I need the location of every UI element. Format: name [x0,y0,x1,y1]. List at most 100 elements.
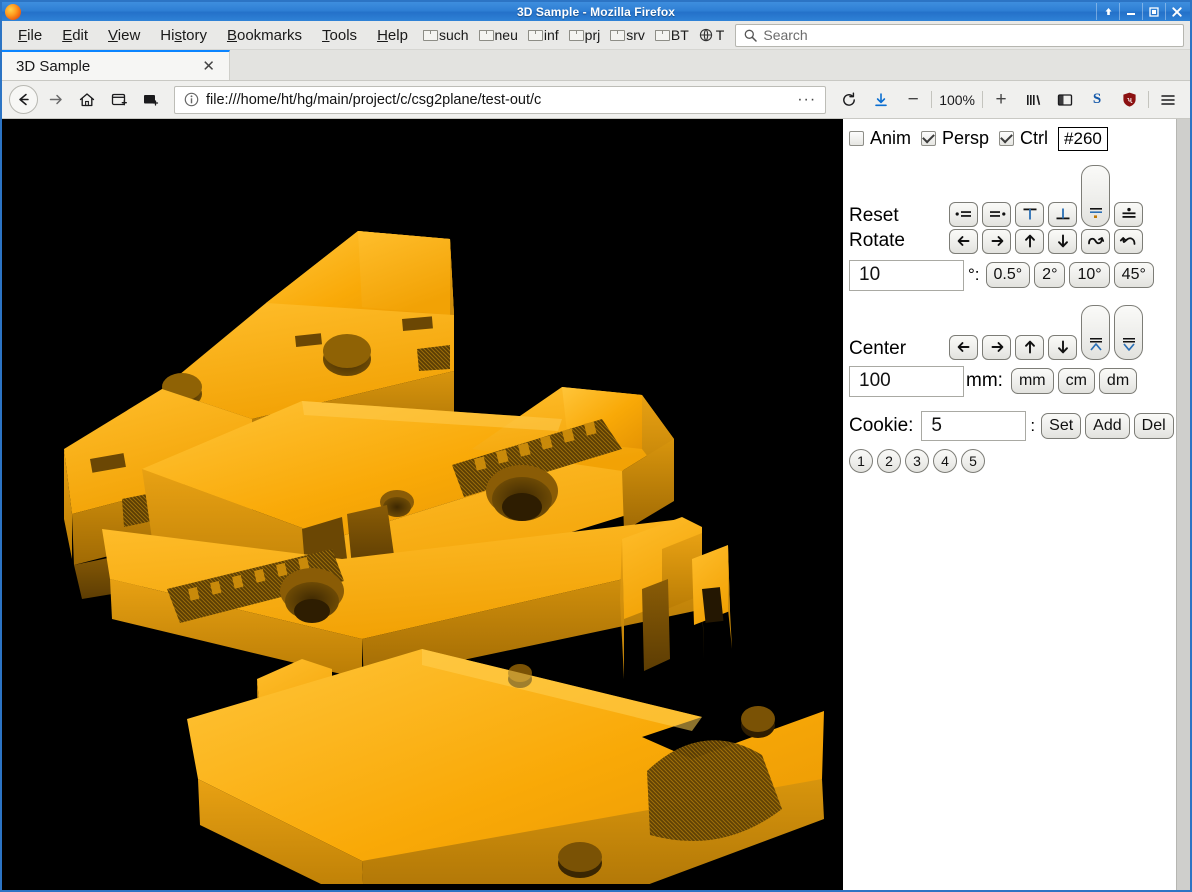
frame-counter: #260 [1058,127,1108,151]
rotate-preset-2[interactable]: 2° [1034,262,1066,289]
url-bar[interactable]: file:///home/ht/hg/main/project/c/csg2pl… [174,85,827,114]
bookmark-label: srv [626,27,645,43]
rotate-angle-input[interactable]: 10 [849,259,964,291]
folder-icon [654,29,670,41]
ublock-shield-icon[interactable]: ʯ [1114,85,1144,115]
close-button[interactable] [1165,3,1188,20]
tab-label: 3D Sample [16,57,91,75]
tab-3d-sample[interactable]: 3D Sample ✕ [2,50,230,80]
cookie-slot-1[interactable]: 1 [849,448,873,473]
cookie-slot-3[interactable]: 3 [905,448,929,473]
center-down-button[interactable] [1048,334,1077,360]
center-zoom-out-slider[interactable] [1114,304,1143,360]
ctrl-label: Ctrl [1020,128,1049,149]
zoom-in-button[interactable]: + [986,85,1016,115]
menu-tools[interactable]: Tools [312,25,367,46]
unit-dm-button[interactable]: dm [1098,368,1138,395]
unit-cm-button[interactable]: cm [1057,368,1095,395]
center-zoom-in-slider[interactable] [1081,304,1110,360]
rotate-cw-button[interactable] [1081,228,1110,254]
bookmark-inf[interactable]: inf [523,25,564,45]
bookmark-prj[interactable]: prj [564,25,606,45]
rotate-ccw-button[interactable] [1114,228,1143,254]
cookie-add-button[interactable]: Add [1085,412,1130,439]
rotate-label: Rotate [849,230,905,252]
reload-icon[interactable] [834,85,864,115]
bookmark-bt[interactable]: BT [650,25,694,45]
download-icon[interactable] [866,85,896,115]
3d-model-viewport[interactable] [2,119,843,890]
home-icon[interactable] [72,85,102,115]
sidebar-icon[interactable] [1050,85,1080,115]
bookmark-such[interactable]: such [418,25,474,45]
close-icon[interactable]: ✕ [198,59,219,74]
cookie-label: Cookie: [849,414,914,436]
cookie-slot-5[interactable]: 5 [961,448,985,473]
menu-bookmarks[interactable]: Bookmarks [217,25,312,46]
menu-help[interactable]: Help [367,25,418,46]
divider [931,91,933,108]
search-input[interactable]: Search [735,23,1184,47]
zoom-level-label[interactable]: 100% [935,92,979,108]
reset-right-icon[interactable] [982,201,1011,227]
persp-checkbox[interactable] [921,131,937,147]
center-left-button[interactable] [949,334,978,360]
rotate-preset-0-5[interactable]: 0.5° [985,262,1031,289]
page-actions-button[interactable]: ··· [797,91,816,109]
rotate-up-button[interactable] [1015,228,1044,254]
rollup-button[interactable] [1096,3,1119,20]
rotate-preset-45[interactable]: 45° [1113,262,1154,289]
ctrl-checkbox[interactable] [999,131,1015,147]
forward-arrow-icon[interactable] [40,85,70,115]
bookmark-srv[interactable]: srv [605,25,650,45]
menu-history[interactable]: History [150,25,217,46]
zoom-controls: − 100% + [898,85,1016,115]
bookmark-label: prj [584,27,601,43]
anim-checkbox[interactable] [849,131,864,147]
rotate-left-button[interactable] [949,228,978,254]
center-label: Center [849,337,907,359]
cookie-set-button[interactable]: Set [1041,412,1082,439]
library-icon[interactable] [1018,85,1048,115]
menu-file[interactable]: File [8,25,52,46]
rotate-preset-10[interactable]: 10° [1069,262,1110,289]
bookmark-t[interactable]: T [694,25,730,45]
rotate-right-button[interactable] [982,228,1011,254]
info-icon[interactable] [184,92,199,107]
center-value-row: 100 mm: mm cm dm [849,365,1176,397]
cookie-slot-4[interactable]: 4 [933,448,957,473]
bookmark-label: inf [543,27,559,43]
zoom-out-button[interactable]: − [898,85,928,115]
bookmark-label: such [438,27,469,43]
center-distance-input[interactable]: 100 [849,365,964,397]
divider [982,91,983,108]
menu-edit[interactable]: Edit [52,25,98,46]
reset-bottom-icon[interactable] [1048,201,1077,227]
menu-view[interactable]: View [98,25,150,46]
hamburger-menu-icon[interactable] [1153,85,1183,115]
bookmark-neu[interactable]: neu [474,25,523,45]
reset-top-icon[interactable] [1015,201,1044,227]
extension-s-icon[interactable]: S [1082,85,1112,115]
tab-strip: 3D Sample ✕ [2,50,1190,81]
cookie-input[interactable]: 5 [921,410,1027,441]
cookie-del-button[interactable]: Del [1133,412,1174,439]
reset-label: Reset [849,204,899,226]
reset-center-icon[interactable] [1114,201,1143,227]
cookie-separator: : [1030,415,1036,435]
minimize-button[interactable] [1119,3,1142,20]
rotate-down-button[interactable] [1048,228,1077,254]
reset-left-icon[interactable] [949,201,978,227]
center-right-button[interactable] [982,334,1011,360]
cookie-slot-2[interactable]: 2 [877,448,901,473]
reset-slider[interactable] [1081,164,1110,227]
page-scrollbar[interactable] [1176,119,1190,890]
maximize-button[interactable] [1142,3,1165,20]
browser-window: 3D Sample - Mozilla Firefox File Edit Vi… [0,0,1192,892]
new-window-icon[interactable] [136,85,166,115]
unit-mm-button[interactable]: mm [1010,368,1054,395]
center-up-button[interactable] [1015,334,1044,360]
page-content: Anim Persp Ctrl #260 Reset Rotate 10 °: … [2,119,1190,890]
new-tab-icon[interactable] [104,85,134,115]
back-arrow-icon[interactable] [9,85,38,114]
